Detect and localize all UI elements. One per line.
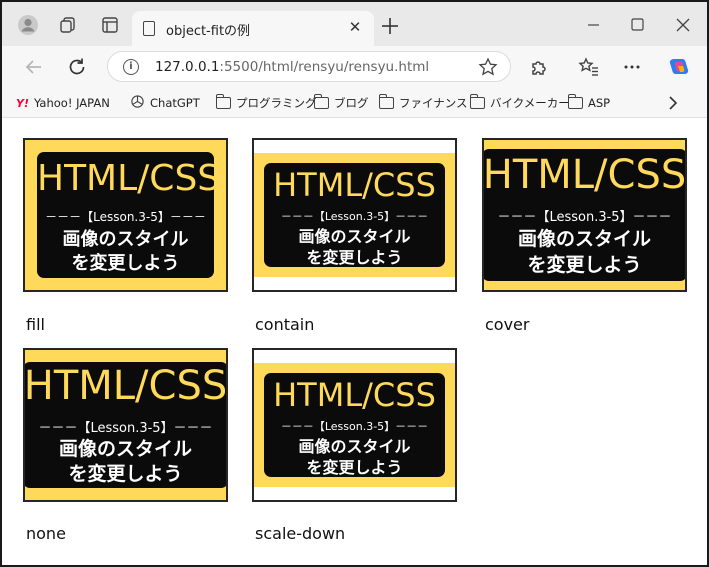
refresh-icon[interactable] <box>66 56 88 78</box>
demo-scale-down-box: HTML/CSS －－－【Lesson.3-5】－－－ 画像のスタイル を変更し… <box>252 348 457 502</box>
lesson-image: HTML/CSS －－－【Lesson.3-5】－－－ 画像のスタイル を変更し… <box>25 140 226 290</box>
image-title: HTML/CSS <box>273 166 436 204</box>
lesson-image: HTML/CSS －－－【Lesson.3-5】－－－ 画像のスタイル を変更し… <box>254 363 455 487</box>
url-text: 127.0.0.1:5500/html/rensyu/rensyu.html <box>155 59 429 75</box>
demo-caption-none: none <box>26 524 66 543</box>
bookmark-label: ChatGPT <box>150 96 200 110</box>
bookmark-label: ASP <box>588 96 611 110</box>
copilot-icon[interactable] <box>667 56 689 78</box>
folder-icon <box>469 94 485 109</box>
image-title: HTML/CSS <box>482 152 687 198</box>
lesson-image: HTML/CSS －－－【Lesson.3-5】－－－ 画像のスタイル を変更し… <box>23 350 228 500</box>
image-lesson: －－－【Lesson.3-5】－－－ <box>45 210 206 224</box>
bookmark-label: ファイナンス <box>399 96 468 110</box>
bookmark-folder-finance[interactable]: ファイナンス <box>378 94 468 112</box>
minimize-icon[interactable] <box>582 14 606 36</box>
chevron-right-icon[interactable] <box>664 93 682 113</box>
profile-avatar-icon[interactable] <box>17 14 39 36</box>
demo-fill-box: HTML/CSS －－－【Lesson.3-5】－－－ 画像のスタイル を変更し… <box>23 138 228 292</box>
folder-icon <box>567 94 583 109</box>
favorite-star-icon[interactable] <box>478 57 498 77</box>
yahoo-icon: Y! <box>16 96 29 110</box>
image-line1: 画像のスタイル <box>517 228 651 250</box>
image-title: HTML/CSS <box>37 158 221 199</box>
url-path: :5500/html/rensyu/rensyu.html <box>219 59 430 75</box>
page-content: HTML/CSS －－－【Lesson.3-5】－－－ 画像のスタイル を変更し… <box>2 119 707 565</box>
image-line2: を変更しよう <box>306 458 403 477</box>
browser-window: object-fitの例 ✕ i 127.0.0.1:5500/html/ren… <box>0 0 709 567</box>
demo-contain-box: HTML/CSS －－－【Lesson.3-5】－－－ 画像のスタイル を変更し… <box>252 138 457 292</box>
demo-caption-contain: contain <box>255 315 315 334</box>
demo-caption-fill: fill <box>26 315 45 334</box>
demo-cover-box: HTML/CSS －－－【Lesson.3-5】－－－ 画像のスタイル を変更し… <box>482 138 687 292</box>
folder-icon <box>378 94 394 109</box>
toolbar: i 127.0.0.1:5500/html/rensyu/rensyu.html <box>2 46 707 88</box>
maximize-icon[interactable] <box>625 14 649 36</box>
bookmark-label: Yahoo! JAPAN <box>33 96 110 110</box>
workspaces-icon[interactable] <box>57 14 79 36</box>
image-title: HTML/CSS <box>23 363 228 409</box>
image-line2: を変更しよう <box>527 254 642 276</box>
tab-strip: object-fitの例 ✕ <box>2 2 707 46</box>
bookmark-yahoo[interactable]: Y! Yahoo! JAPAN <box>16 94 110 112</box>
image-title: HTML/CSS <box>273 376 436 414</box>
bookmark-label: ブログ <box>334 96 369 110</box>
image-line2: を変更しよう <box>71 253 180 274</box>
bookmark-folder-programming[interactable]: プログラミング <box>215 94 317 112</box>
image-line2: を変更しよう <box>306 248 403 267</box>
page-icon <box>143 21 155 36</box>
image-lesson: －－－【Lesson.3-5】－－－ <box>280 210 429 223</box>
image-line1: 画像のスタイル <box>58 438 192 460</box>
bookmark-folder-bike[interactable]: バイクメーカー <box>469 94 570 112</box>
demo-caption-scale-down: scale-down <box>255 524 346 543</box>
demo-caption-cover: cover <box>485 315 530 334</box>
folder-icon <box>313 94 329 109</box>
image-line1: 画像のスタイル <box>62 229 189 250</box>
more-options-icon[interactable] <box>621 56 643 78</box>
back-icon[interactable] <box>23 56 45 78</box>
bookmark-folder-blog[interactable]: ブログ <box>313 94 369 112</box>
folder-icon <box>215 94 231 109</box>
bookmark-folder-asp[interactable]: ASP <box>567 94 611 112</box>
image-lesson: －－－【Lesson.3-5】－－－ <box>280 420 429 433</box>
lesson-image: HTML/CSS －－－【Lesson.3-5】－－－ 画像のスタイル を変更し… <box>482 140 687 290</box>
vertical-tabs-icon[interactable] <box>99 14 121 36</box>
bookmarks-bar: Y! Yahoo! JAPAN ChatGPT プログラミング ブログ ファイナ… <box>2 88 707 118</box>
image-lesson: －－－【Lesson.3-5】－－－ <box>497 210 672 225</box>
lesson-image: HTML/CSS －－－【Lesson.3-5】－－－ 画像のスタイル を変更し… <box>254 153 455 277</box>
bookmark-chatgpt[interactable]: ChatGPT <box>130 94 200 112</box>
close-window-icon[interactable] <box>671 14 695 36</box>
extensions-icon[interactable] <box>528 56 550 78</box>
address-bar[interactable]: i 127.0.0.1:5500/html/rensyu/rensyu.html <box>107 51 511 82</box>
favorites-icon[interactable] <box>578 56 600 78</box>
tab-active[interactable]: object-fitの例 ✕ <box>132 11 374 46</box>
tab-title: object-fitの例 <box>166 24 251 39</box>
chatgpt-icon <box>130 94 145 112</box>
new-tab-icon[interactable] <box>379 15 401 37</box>
tab-close-icon[interactable]: ✕ <box>346 18 364 36</box>
image-line2: を変更しよう <box>68 463 183 485</box>
bookmark-label: プログラミング <box>236 96 317 110</box>
bookmark-label: バイクメーカー <box>490 96 570 110</box>
demo-none-box: HTML/CSS －－－【Lesson.3-5】－－－ 画像のスタイル を変更し… <box>23 348 228 502</box>
site-info-icon[interactable]: i <box>123 59 139 75</box>
url-host: 127.0.0.1 <box>155 59 220 75</box>
